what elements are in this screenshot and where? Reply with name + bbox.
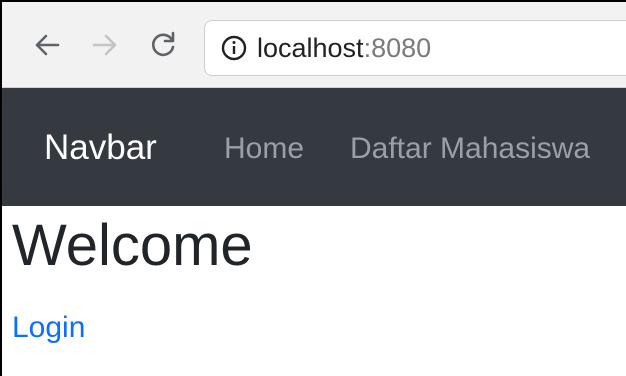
forward-button[interactable] <box>90 30 120 60</box>
reload-button[interactable] <box>148 30 178 60</box>
reload-icon <box>152 31 175 57</box>
browser-toolbar: localhost:8080 <box>2 2 626 88</box>
page-title: Welcome <box>12 213 253 278</box>
address-bar[interactable]: localhost:8080 <box>204 20 626 76</box>
browser-window: localhost:8080 Navbar Home Daftar Mahasi… <box>0 0 626 376</box>
back-button[interactable] <box>32 30 62 60</box>
arrow-right-icon <box>92 34 117 56</box>
nav-link-daftar-mahasiswa[interactable]: Daftar Mahasiswa <box>350 131 590 167</box>
nav-link-home[interactable]: Home <box>224 131 304 167</box>
login-link[interactable]: Login <box>12 310 85 346</box>
arrow-left-icon <box>35 34 60 56</box>
url-text: localhost:8080 <box>257 31 431 65</box>
url-host: localhost <box>257 33 364 63</box>
url-port: :8080 <box>363 33 432 63</box>
info-icon[interactable] <box>221 35 247 61</box>
navbar-brand[interactable]: Navbar <box>44 128 157 168</box>
navbar: Navbar Home Daftar Mahasiswa <box>2 88 626 206</box>
